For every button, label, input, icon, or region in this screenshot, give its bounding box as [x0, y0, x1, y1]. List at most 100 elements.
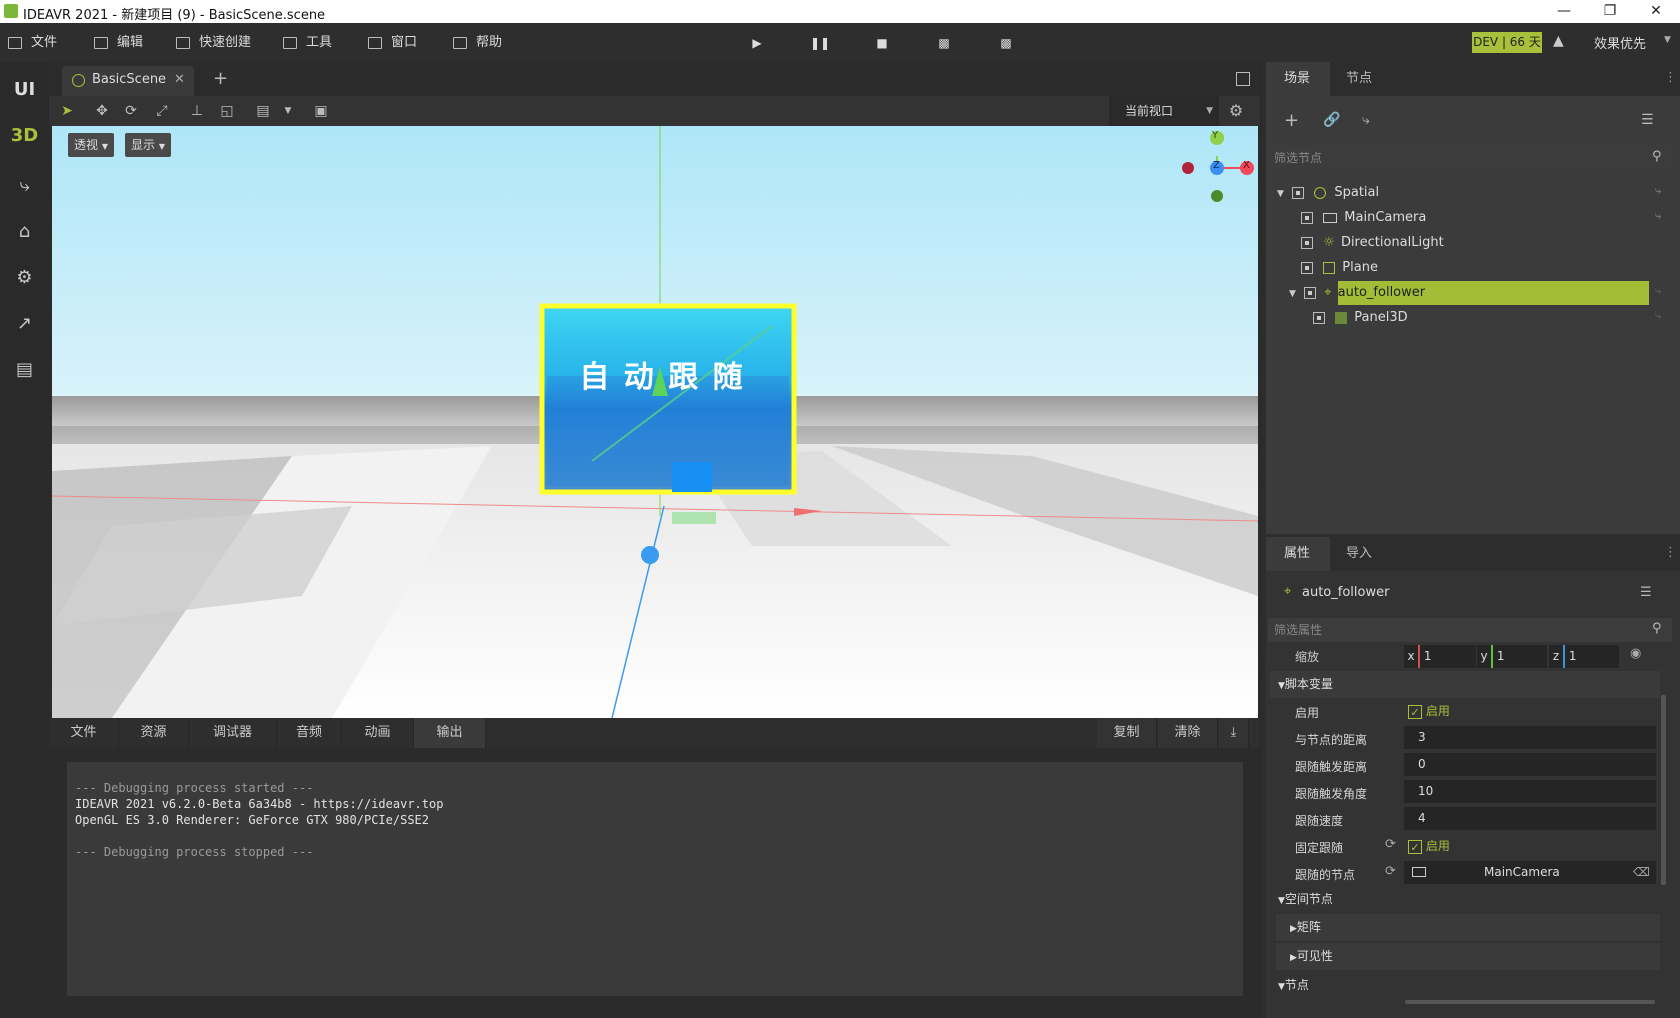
visibility-section[interactable]: ▶可见性 [1276, 943, 1660, 970]
horizontal-scrollbar[interactable] [1405, 1000, 1655, 1004]
visibility-checkbox[interactable] [1313, 311, 1325, 324]
visibility-checkbox[interactable] [1292, 186, 1305, 199]
distance-field[interactable]: 3 [1404, 726, 1656, 749]
perspective-button[interactable]: 透视 ▼ [68, 133, 114, 157]
matrix-section[interactable]: ▶矩阵 [1276, 914, 1660, 941]
tab-import[interactable]: 导入 [1346, 537, 1406, 571]
more-icon[interactable]: ⋮ [1664, 545, 1677, 560]
play-icon[interactable]: ▶ [745, 33, 769, 53]
menu-window[interactable]: 窗口 [368, 23, 417, 62]
inspector-scrollbar[interactable] [1661, 695, 1666, 885]
pause-icon[interactable]: ❚❚ [808, 33, 832, 53]
menu-tools[interactable]: 工具 [283, 23, 332, 62]
visibility-checkbox[interactable] [1301, 261, 1313, 274]
menu-quick-create[interactable]: 快速创建 [176, 23, 251, 62]
trigger-distance-field[interactable]: 0 [1404, 753, 1656, 776]
grid-icon[interactable]: ▤ [252, 100, 274, 122]
export-icon[interactable]: ↗ [0, 302, 49, 346]
follow-node-picker[interactable]: MainCamera ⌫ [1404, 861, 1656, 884]
chevron-down-icon[interactable]: ▼ [1277, 189, 1284, 199]
gear-icon[interactable]: ⚙ [1225, 100, 1247, 122]
tab-files[interactable]: 文件 [49, 718, 119, 748]
tree-node-directionallight[interactable]: ☼ DirectionalLight [1301, 231, 1444, 255]
more-icon[interactable]: ⋮ [1664, 70, 1677, 85]
camera-preview-icon[interactable]: ▣ [310, 100, 332, 122]
copy-button[interactable]: 复制 [1097, 718, 1157, 748]
3d-viewport[interactable]: 自 动 跟 随 Y X Z [52, 126, 1258, 718]
fixed-follow-checkbox[interactable]: ✓ 启用 [1408, 837, 1450, 854]
script-variables-section[interactable]: ▼脚本变量 [1270, 671, 1660, 698]
chevron-down-icon[interactable]: ▼ [1664, 35, 1671, 45]
play-scene-icon[interactable]: ▩ [932, 33, 956, 53]
move-icon[interactable]: ✥ [91, 100, 113, 122]
tab-node[interactable]: 节点 [1346, 62, 1406, 96]
display-button[interactable]: 显示 ▼ [125, 133, 171, 157]
tab-audio[interactable]: 音频 [277, 718, 342, 748]
tab-animation[interactable]: 动画 [342, 718, 414, 748]
scale-icon[interactable]: ⤢ [151, 100, 173, 122]
download-icon[interactable]: ⤓ [1219, 718, 1249, 748]
visibility-checkbox[interactable] [1301, 236, 1313, 249]
tab-assets[interactable]: 资源 [119, 718, 189, 748]
menu-icon[interactable]: ☰ [1641, 112, 1654, 128]
restore-button[interactable]: ❐ [1587, 0, 1633, 23]
clear-icon[interactable]: ⌫ [1633, 861, 1650, 884]
reset-icon[interactable]: ⟳ [1385, 864, 1396, 879]
fullscreen-icon[interactable] [1236, 72, 1250, 86]
store-icon[interactable]: ⌂ [0, 210, 49, 254]
grid-dropdown-icon[interactable]: ▼ [277, 100, 299, 122]
scale-y-field[interactable]: y 1 [1477, 645, 1547, 668]
menu-file[interactable]: 文件 [8, 23, 57, 62]
tree-node-auto-follower[interactable]: ▼ ⌖ auto_follower [1289, 281, 1425, 305]
script-icon[interactable]: ⤷ [1655, 184, 1661, 198]
device-icon[interactable]: ▤ [0, 348, 49, 392]
search-icon[interactable]: ⚲ [1652, 621, 1662, 636]
node-graph-icon[interactable]: ⤷ [0, 164, 49, 208]
tree-node-panel3d[interactable]: Panel3D [1313, 306, 1408, 330]
minimize-button[interactable]: — [1541, 0, 1587, 23]
link-icon[interactable]: 🔗 [1323, 112, 1340, 128]
trigger-angle-field[interactable]: 10 [1404, 780, 1656, 803]
close-icon[interactable]: ✕ [174, 72, 185, 87]
pivot-icon[interactable]: ⊥ [186, 100, 208, 122]
lock-icon[interactable]: ◉ [1630, 646, 1641, 661]
graduation-cap-icon[interactable]: ▲ [1553, 33, 1571, 51]
tree-node-maincamera[interactable]: MainCamera [1301, 206, 1426, 230]
visibility-checkbox[interactable] [1301, 211, 1313, 224]
tab-basic-scene[interactable]: BasicScene ✕ [62, 66, 194, 96]
tab-properties[interactable]: 属性 [1266, 537, 1330, 571]
script-icon[interactable]: ⤷ [1655, 284, 1661, 298]
script-icon[interactable]: ⤷ [1362, 112, 1370, 128]
add-node-icon[interactable]: + [1284, 110, 1299, 131]
ui-mode-button[interactable]: UI [0, 68, 49, 112]
stop-icon[interactable]: ■ [870, 33, 894, 53]
settings-panel-icon[interactable]: ⚙ [0, 256, 49, 300]
follow-speed-field[interactable]: 4 [1404, 807, 1656, 830]
tab-output[interactable]: 输出 [414, 718, 486, 748]
tree-node-spatial[interactable]: ▼ Spatial [1277, 181, 1379, 205]
viewport-select[interactable]: 当前视口 ▼ [1109, 96, 1219, 126]
reset-icon[interactable]: ⟳ [1385, 837, 1396, 852]
enable-checkbox[interactable]: ✓ 启用 [1408, 702, 1450, 719]
menu-edit[interactable]: 编辑 [94, 23, 143, 62]
node-section[interactable]: ▼节点 [1270, 972, 1660, 999]
tab-scene[interactable]: 场景 [1266, 62, 1330, 96]
add-tab-button[interactable]: + [213, 68, 228, 89]
property-filter-input[interactable]: 筛选属性 [1268, 618, 1672, 642]
visibility-checkbox[interactable] [1304, 286, 1317, 299]
scale-x-field[interactable]: x 1 [1404, 645, 1476, 668]
node-filter-input[interactable]: 筛选节点 [1268, 146, 1672, 170]
play-custom-scene-icon[interactable]: ▩ [994, 33, 1018, 53]
chevron-down-icon[interactable]: ▼ [1289, 289, 1296, 299]
3d-mode-button[interactable]: 3D [0, 114, 49, 158]
menu-help[interactable]: 帮助 [453, 23, 502, 62]
snap-icon[interactable]: ◱ [216, 100, 238, 122]
select-icon[interactable]: ➤ [56, 100, 78, 122]
close-button[interactable]: ✕ [1633, 0, 1679, 23]
scale-z-field[interactable]: z 1 [1549, 645, 1619, 668]
quality-select[interactable]: 效果优先 [1594, 33, 1646, 52]
script-icon[interactable]: ⤷ [1655, 209, 1661, 223]
spatial-node-section[interactable]: ▼空间节点 [1270, 886, 1660, 913]
tab-debugger[interactable]: 调试器 [189, 718, 277, 748]
search-icon[interactable]: ⚲ [1652, 149, 1662, 164]
